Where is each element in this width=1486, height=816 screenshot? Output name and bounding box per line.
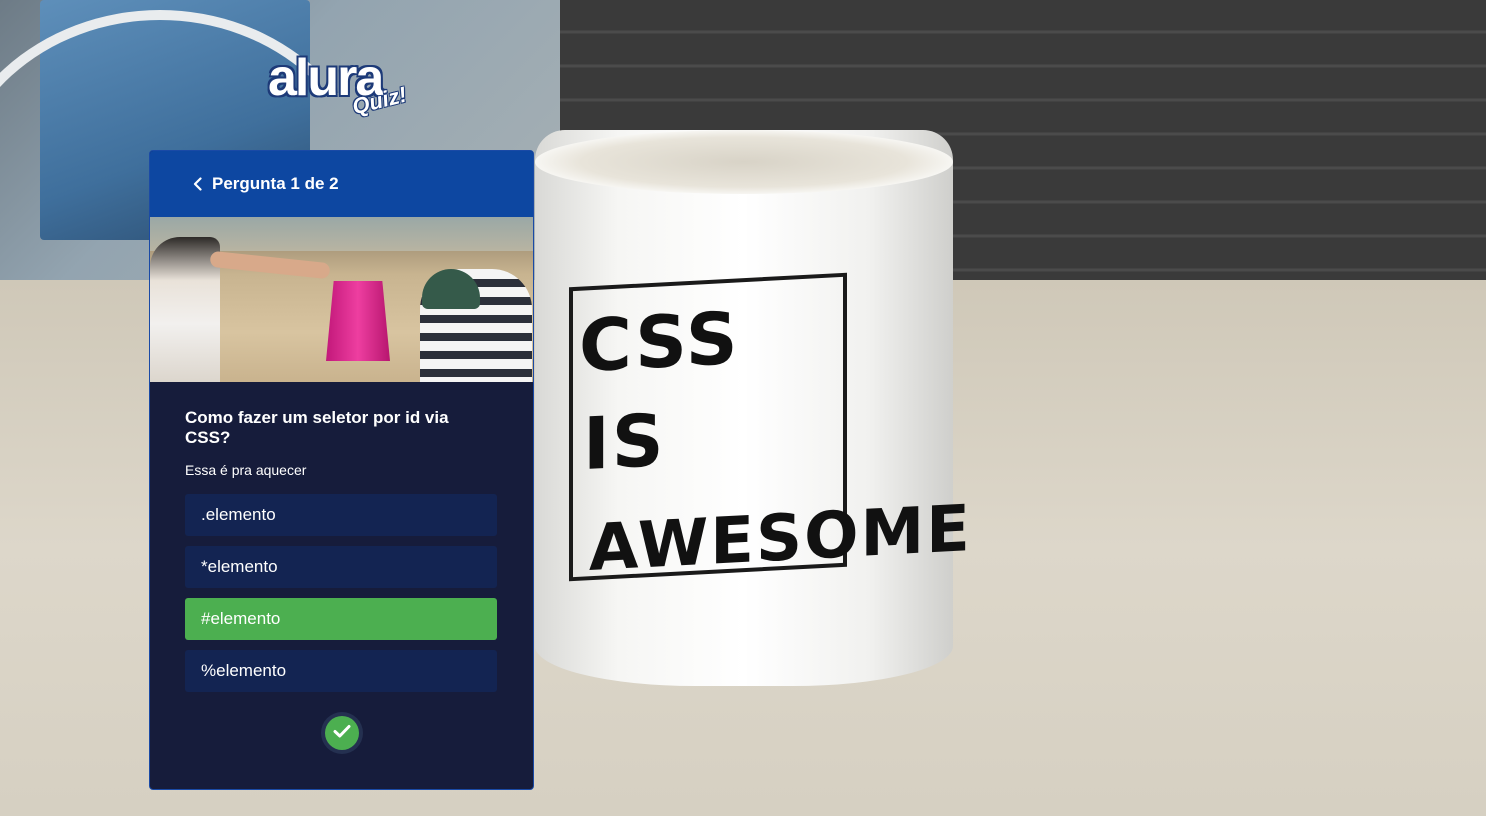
quiz-card: Pergunta 1 de 2 Como fazer um seletor po… [149, 150, 534, 790]
mug-text-line: IS [583, 397, 666, 487]
answer-option-label: %elemento [201, 661, 287, 680]
image-bucket [326, 281, 390, 361]
question-description: Essa é pra aquecer [185, 462, 307, 478]
question-title: Como fazer um seletor por id via CSS? [185, 408, 449, 447]
question-image [150, 217, 533, 382]
mug-rim [535, 130, 953, 194]
check-icon [333, 724, 351, 743]
question-counter: Pergunta 1 de 2 [212, 174, 339, 193]
answer-option-selected[interactable]: #elemento [185, 598, 497, 640]
answer-option-label: *elemento [201, 557, 278, 576]
confirm-button[interactable] [320, 712, 363, 754]
mug-text-line: CSS [579, 295, 740, 389]
answer-option[interactable]: %elemento [185, 650, 497, 692]
quiz-header: Pergunta 1 de 2 [150, 151, 533, 217]
quiz-body: Como fazer um seletor por id via CSS? Es… [150, 382, 533, 754]
confirm-wrap [185, 712, 498, 754]
answer-option-label: .elemento [201, 505, 276, 524]
confirm-inner [324, 716, 359, 750]
alura-quiz-logo: alura Quiz! [268, 48, 418, 128]
answer-option[interactable]: *elemento [185, 546, 497, 588]
image-arm [209, 250, 331, 280]
answer-option[interactable]: .elemento [185, 494, 497, 536]
background-mug: CSS IS AWESOME [535, 130, 972, 686]
answer-option-label: #elemento [201, 609, 281, 628]
chevron-left-icon[interactable] [192, 177, 206, 191]
